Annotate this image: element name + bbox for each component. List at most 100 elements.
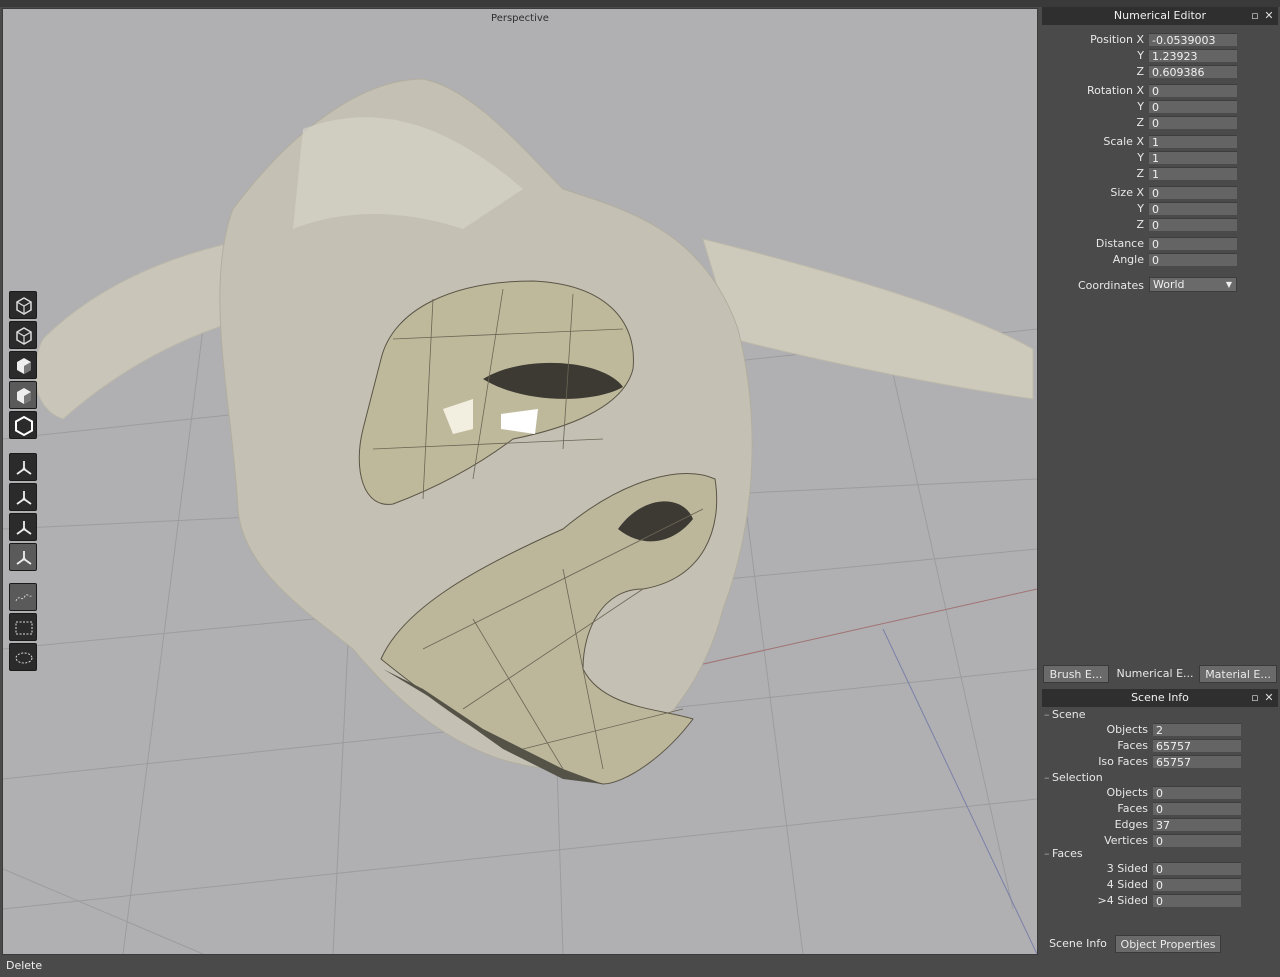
scale-x-label: Scale X [1103, 135, 1144, 148]
rect-marquee-button[interactable] [9, 613, 37, 641]
select-face-button[interactable] [9, 351, 37, 379]
size-z-field[interactable]: 0 [1149, 218, 1237, 232]
angle-label: Angle [1112, 253, 1144, 266]
bottom-panel-tabs: Scene Info Object Properties [1042, 935, 1278, 955]
viewport-perspective[interactable]: Perspective [2, 8, 1038, 955]
size-y-label: Y [1137, 202, 1144, 215]
coordinates-select[interactable]: World ▼ [1149, 277, 1237, 292]
scale-x-field[interactable]: 1 [1149, 135, 1237, 149]
scale-z-field[interactable]: 1 [1149, 167, 1237, 181]
scale-y-label: Y [1137, 151, 1144, 164]
selection-group[interactable]: – Selection [1044, 771, 1103, 785]
select-shell-button[interactable] [9, 411, 37, 439]
universal-manipulator-button[interactable] [9, 543, 37, 571]
window-top-strip [0, 0, 1280, 7]
scene-info-titlebar: Scene Info ▫ ✕ [1042, 689, 1278, 707]
coordinates-value: World [1153, 278, 1185, 291]
rotation-x-field[interactable]: 0 [1149, 84, 1237, 98]
scene-faces-label: Faces [1117, 739, 1148, 752]
select-object-icon [17, 388, 31, 404]
scene-info-title: Scene Info [1131, 691, 1189, 704]
tab-material-editor[interactable]: Material E... [1199, 665, 1277, 683]
lasso-freehand-icon [15, 594, 33, 602]
close-icon[interactable]: ✕ [1264, 7, 1274, 25]
scale-z-label: Z [1136, 167, 1144, 180]
select-vertex-button[interactable] [9, 291, 37, 319]
faces-group[interactable]: – Faces [1044, 847, 1083, 861]
tab-object-properties[interactable]: Object Properties [1115, 935, 1221, 953]
restore-icon[interactable]: ▫ [1250, 7, 1260, 25]
size-x-label: Size X [1110, 186, 1144, 199]
move-tool-button[interactable] [9, 453, 37, 481]
rotation-z-label: Z [1136, 116, 1144, 129]
four-sided-label: 4 Sided [1106, 878, 1148, 891]
rotate-tool-icon [16, 491, 32, 505]
size-x-field[interactable]: 0 [1149, 186, 1237, 200]
scene-iso-label: Iso Faces [1098, 755, 1148, 768]
scene-objects-value: 2 [1153, 723, 1241, 737]
scene-objects-label: Objects [1106, 723, 1148, 736]
scene-group[interactable]: – Scene [1044, 708, 1086, 722]
position-z-label: Z [1136, 65, 1144, 78]
tab-brush-editor[interactable]: Brush E... [1043, 665, 1109, 683]
viewport-title: Perspective [491, 13, 549, 24]
numerical-editor-titlebar: Numerical Editor ▫ ✕ [1042, 7, 1278, 25]
scale-tool-button[interactable] [9, 513, 37, 541]
universal-manipulator-icon [16, 551, 32, 565]
sel-faces-value: 0 [1153, 802, 1241, 816]
selection-group-label: Selection [1052, 771, 1103, 784]
tab-numerical-editor[interactable]: Numerical E... [1114, 665, 1196, 683]
sel-vertices-label: Vertices [1104, 834, 1148, 847]
right-horn [702, 238, 1034, 400]
coordinates-label: Coordinates [1077, 279, 1144, 292]
position-z-field[interactable]: 0.609386 [1149, 65, 1237, 79]
scale-y-field[interactable]: 1 [1149, 151, 1237, 165]
z-axis-line [882, 628, 1037, 954]
sel-vertices-value: 0 [1153, 834, 1241, 848]
size-z-label: Z [1136, 218, 1144, 231]
chevron-down-icon: ▼ [1225, 280, 1232, 289]
close-icon[interactable]: ✕ [1264, 689, 1274, 707]
three-sided-label: 3 Sided [1106, 862, 1148, 875]
collapse-icon[interactable]: – [1044, 771, 1052, 785]
four-sided-value: 0 [1153, 878, 1241, 892]
position-x-label: Position X [1090, 33, 1144, 46]
select-edge-button[interactable] [9, 321, 37, 349]
tab-scene-info[interactable]: Scene Info [1044, 935, 1112, 953]
collapse-icon[interactable]: – [1044, 847, 1052, 861]
three-sided-value: 0 [1153, 862, 1241, 876]
ellipse-marquee-icon [15, 652, 33, 664]
status-bar: Delete [0, 955, 1280, 977]
position-y-field[interactable]: 1.23923 [1149, 49, 1237, 63]
editor-tabs: Brush E... Numerical E... Material E... [1042, 665, 1278, 685]
more-sided-value: 0 [1153, 894, 1241, 908]
rect-marquee-icon [15, 621, 33, 635]
select-face-icon [17, 358, 31, 374]
rotation-y-field[interactable]: 0 [1149, 100, 1237, 114]
position-y-label: Y [1137, 49, 1144, 62]
restore-icon[interactable]: ▫ [1250, 689, 1260, 707]
scene-render [3, 78, 1037, 954]
scene-faces-value: 65757 [1153, 739, 1241, 753]
size-y-field[interactable]: 0 [1149, 202, 1237, 216]
distance-field[interactable]: 0 [1149, 237, 1237, 251]
rotation-x-label: Rotation X [1086, 84, 1144, 97]
scene-info-panel: Scene Info ▫ ✕ – Scene Objects 2 Faces 65757… [1042, 689, 1278, 929]
numerical-editor-title: Numerical Editor [1113, 9, 1207, 22]
scale-tool-icon [16, 521, 32, 535]
sel-objects-label: Objects [1106, 786, 1148, 799]
angle-field[interactable]: 0 [1149, 253, 1237, 267]
sel-faces-label: Faces [1117, 802, 1148, 815]
lasso-freehand-button[interactable] [9, 583, 37, 611]
numerical-editor-panel: Numerical Editor ▫ ✕ Position X -0.0539003… [1042, 7, 1278, 657]
more-sided-label: >4 Sided [1097, 894, 1148, 907]
collapse-icon[interactable]: – [1044, 708, 1052, 722]
sel-edges-value: 37 [1153, 818, 1241, 832]
select-object-button[interactable] [9, 381, 37, 409]
rotate-tool-button[interactable] [9, 483, 37, 511]
position-x-field[interactable]: -0.0539003 [1149, 33, 1237, 47]
select-vertex-icon [16, 297, 32, 315]
ellipse-marquee-button[interactable] [9, 643, 37, 671]
status-text: Delete [6, 959, 43, 972]
rotation-z-field[interactable]: 0 [1149, 116, 1237, 130]
